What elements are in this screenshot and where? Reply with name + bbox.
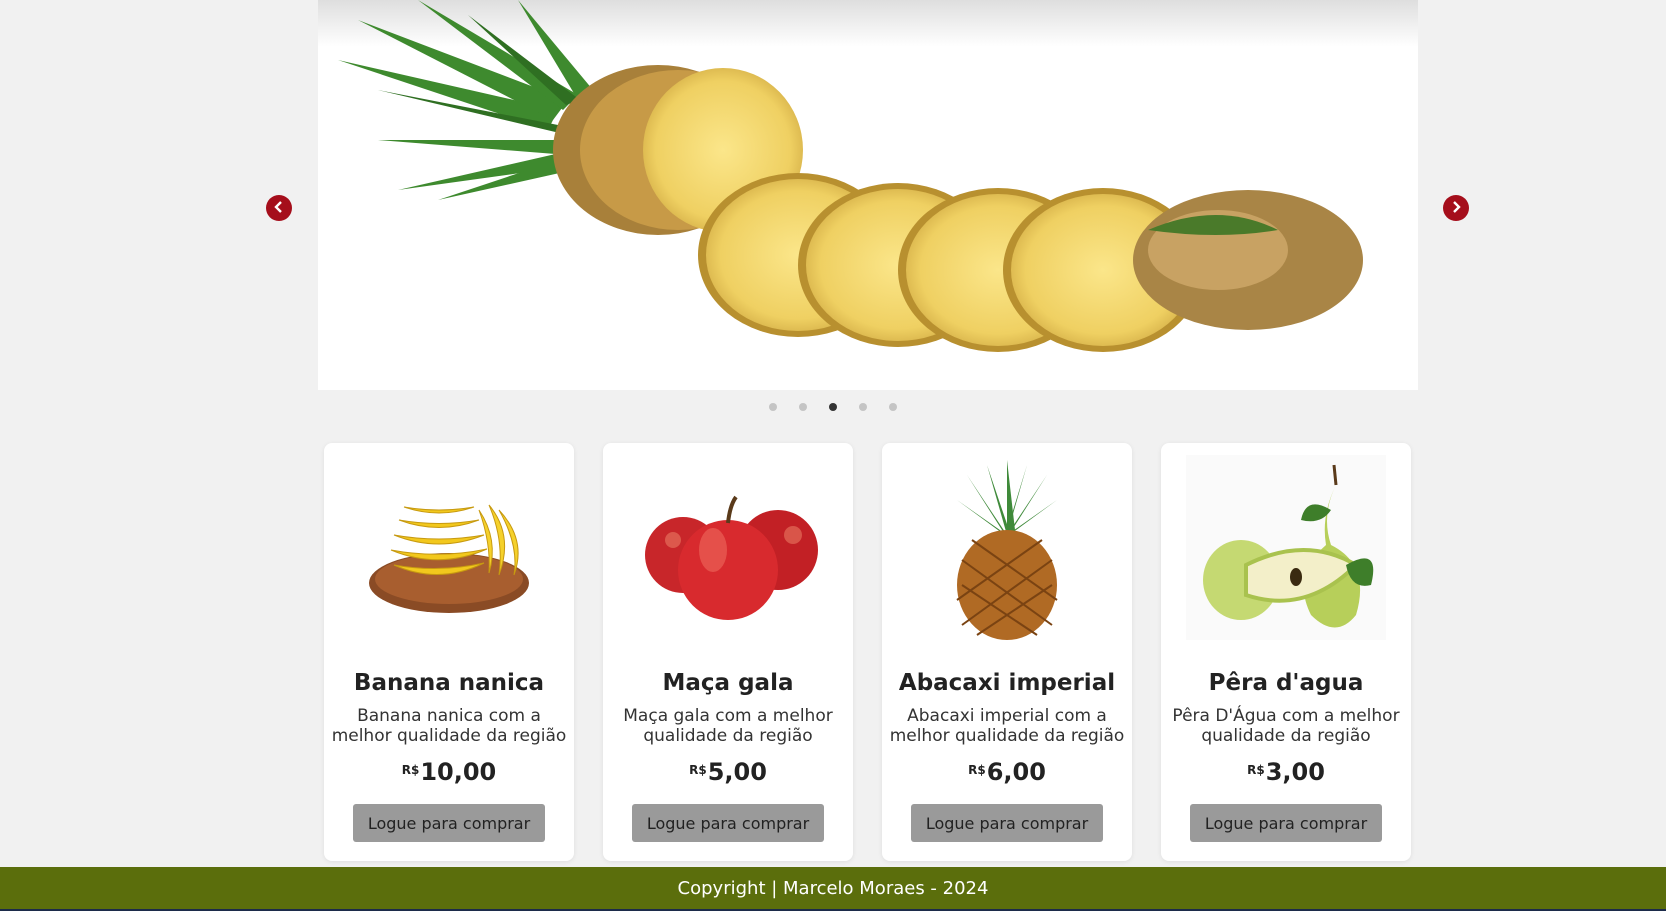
login-to-buy-button[interactable]: Logue para comprar bbox=[911, 804, 1103, 842]
carousel-dot-2[interactable] bbox=[799, 403, 807, 411]
product-image bbox=[349, 455, 549, 640]
pineapple-slices-image bbox=[338, 0, 1363, 352]
price-amount: 5,00 bbox=[707, 758, 767, 786]
pineapple-image bbox=[956, 460, 1058, 640]
price-amount: 10,00 bbox=[420, 758, 497, 786]
hero-carousel bbox=[0, 0, 1666, 425]
product-title: Pêra d'agua bbox=[1208, 670, 1364, 696]
product-image bbox=[628, 455, 828, 640]
apple-image bbox=[645, 495, 818, 620]
price-amount: 6,00 bbox=[986, 758, 1046, 786]
product-card-banana: Banana nanica Banana nanica com a melhor… bbox=[324, 443, 574, 861]
price-currency: R$ bbox=[1247, 763, 1265, 777]
product-card-apple: Maça gala Maça gala com a melhor qualida… bbox=[603, 443, 853, 861]
product-card-pear: Pêra d'agua Pêra D'Água com a melhor qua… bbox=[1161, 443, 1411, 861]
price-currency: R$ bbox=[968, 763, 986, 777]
carousel-prev-button[interactable] bbox=[266, 195, 292, 221]
carousel-dot-4[interactable] bbox=[859, 403, 867, 411]
product-description: Maça gala com a melhor qualidade da regi… bbox=[623, 706, 833, 746]
carousel-dot-3[interactable] bbox=[829, 403, 837, 411]
chevron-right-icon bbox=[1450, 200, 1462, 216]
login-to-buy-button[interactable]: Logue para comprar bbox=[1190, 804, 1382, 842]
product-title: Banana nanica bbox=[353, 670, 545, 696]
login-to-buy-button[interactable]: Logue para comprar bbox=[353, 804, 545, 842]
product-card-pineapple: Abacaxi imperial Abacaxi imperial com a … bbox=[882, 443, 1132, 861]
product-description: Pêra D'Água com a melhor qualidade da re… bbox=[1172, 706, 1400, 746]
price-amount: 3,00 bbox=[1265, 758, 1325, 786]
footer: Copyright | Marcelo Moraes - 2024 bbox=[0, 867, 1666, 911]
carousel-slide-image bbox=[318, 0, 1418, 390]
product-grid: Banana nanica Banana nanica com a melhor… bbox=[324, 443, 1411, 861]
product-title: Maça gala bbox=[662, 670, 794, 696]
product-price: R$ 6,00 bbox=[968, 758, 1046, 786]
carousel-dot-5[interactable] bbox=[889, 403, 897, 411]
product-price: R$ 5,00 bbox=[689, 758, 767, 786]
login-to-buy-button[interactable]: Logue para comprar bbox=[632, 804, 824, 842]
copyright-text: Copyright | Marcelo Moraes - 2024 bbox=[677, 877, 989, 899]
carousel-dot-1[interactable] bbox=[769, 403, 777, 411]
product-description: Abacaxi imperial com a melhor qualidade … bbox=[889, 706, 1125, 746]
banana-image bbox=[369, 504, 529, 613]
price-currency: R$ bbox=[401, 763, 420, 777]
product-price: R$ 3,00 bbox=[1247, 758, 1325, 786]
product-title: Abacaxi imperial bbox=[898, 670, 1116, 696]
carousel-indicators bbox=[0, 403, 1666, 411]
carousel-next-button[interactable] bbox=[1443, 195, 1469, 221]
product-image bbox=[907, 455, 1107, 640]
product-price: R$ 10,00 bbox=[402, 758, 497, 786]
pear-image bbox=[1186, 455, 1386, 640]
chevron-left-icon bbox=[273, 200, 285, 216]
product-description: Banana nanica com a melhor qualidade da … bbox=[331, 706, 567, 746]
price-currency: R$ bbox=[689, 763, 707, 777]
product-image bbox=[1186, 455, 1386, 640]
